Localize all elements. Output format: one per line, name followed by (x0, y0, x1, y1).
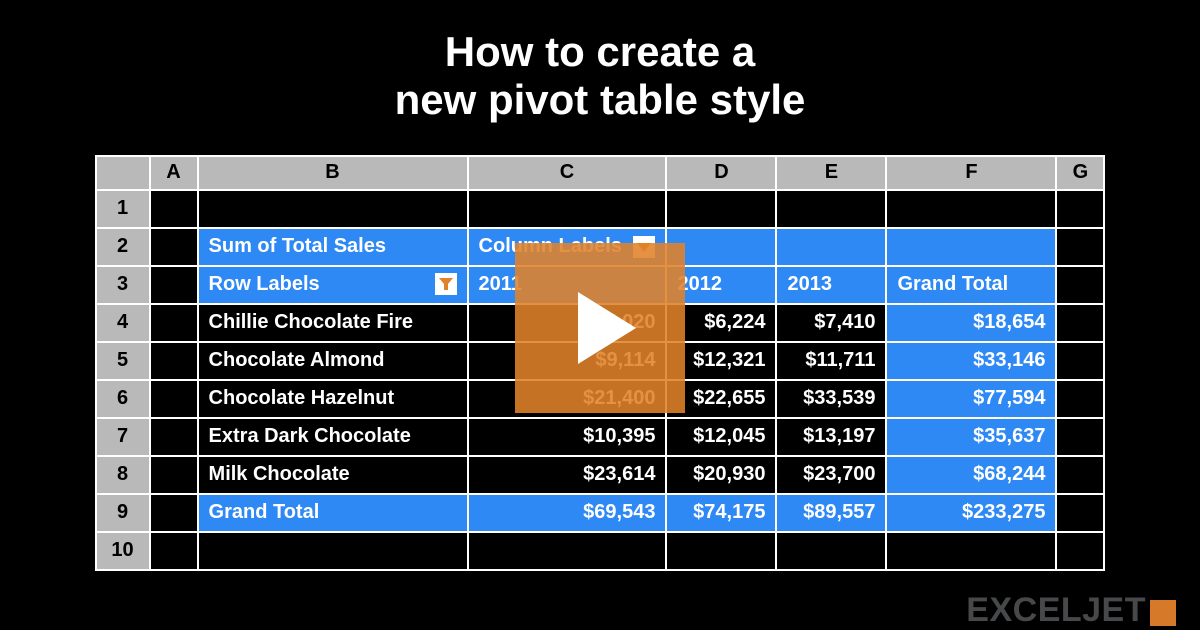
row-header-5[interactable]: 5 (96, 342, 150, 380)
col-header-A[interactable]: A (150, 156, 198, 190)
cell-F3[interactable]: Grand Total (886, 266, 1056, 304)
brand-text: EXCELJET (966, 591, 1146, 630)
cell-B4[interactable]: Chillie Chocolate Fire (198, 304, 468, 342)
title-line-2: new pivot table style (395, 76, 806, 123)
cell-G4[interactable] (1056, 304, 1104, 342)
brand-square-icon (1150, 600, 1176, 626)
cell-D8[interactable]: $20,930 (666, 456, 776, 494)
title-line-1: How to create a (445, 28, 755, 75)
col-header-E[interactable]: E (776, 156, 886, 190)
row-7: 7 Extra Dark Chocolate $10,395 $12,045 $… (96, 418, 1105, 456)
video-play-button[interactable] (515, 243, 685, 413)
cell-A4[interactable] (150, 304, 198, 342)
cell-E6[interactable]: $33,539 (776, 380, 886, 418)
row-header-8[interactable]: 8 (96, 456, 150, 494)
cell-G6[interactable] (1056, 380, 1104, 418)
cell-B6[interactable]: Chocolate Hazelnut (198, 380, 468, 418)
cell-F4[interactable]: $18,654 (886, 304, 1056, 342)
cell-A10[interactable] (150, 532, 198, 570)
cell-B1[interactable] (198, 190, 468, 228)
cell-D10[interactable] (666, 532, 776, 570)
corner-cell (96, 156, 150, 190)
cell-B2[interactable]: Sum of Total Sales (198, 228, 468, 266)
cell-C1[interactable] (468, 190, 667, 228)
row-header-9[interactable]: 9 (96, 494, 150, 532)
cell-G9[interactable] (1056, 494, 1104, 532)
play-icon (578, 292, 636, 364)
cell-C10[interactable] (468, 532, 667, 570)
sum-of-total-sales-label: Sum of Total Sales (209, 235, 386, 257)
cell-E10[interactable] (776, 532, 886, 570)
cell-F9[interactable]: $233,275 (886, 494, 1056, 532)
row-10: 10 (96, 532, 1105, 570)
cell-E4[interactable]: $7,410 (776, 304, 886, 342)
row-header-10[interactable]: 10 (96, 532, 150, 570)
row-labels-filter-button[interactable] (435, 273, 457, 295)
col-header-B[interactable]: B (198, 156, 468, 190)
col-header-D[interactable]: D (666, 156, 776, 190)
cell-A2[interactable] (150, 228, 198, 266)
cell-C7[interactable]: $10,395 (468, 418, 667, 456)
cell-G1[interactable] (1056, 190, 1104, 228)
cell-F1[interactable] (886, 190, 1056, 228)
row-header-1[interactable]: 1 (96, 190, 150, 228)
cell-A6[interactable] (150, 380, 198, 418)
cell-D7[interactable]: $12,045 (666, 418, 776, 456)
cell-A3[interactable] (150, 266, 198, 304)
cell-G5[interactable] (1056, 342, 1104, 380)
col-header-C[interactable]: C (468, 156, 667, 190)
cell-E1[interactable] (776, 190, 886, 228)
row-header-7[interactable]: 7 (96, 418, 150, 456)
cell-A1[interactable] (150, 190, 198, 228)
brand-logo: EXCELJET (966, 591, 1176, 630)
cell-A5[interactable] (150, 342, 198, 380)
cell-E5[interactable]: $11,711 (776, 342, 886, 380)
cell-F8[interactable]: $68,244 (886, 456, 1056, 494)
page-title: How to create a new pivot table style (0, 0, 1200, 145)
cell-B7[interactable]: Extra Dark Chocolate (198, 418, 468, 456)
cell-B9[interactable]: Grand Total (198, 494, 468, 532)
cell-G7[interactable] (1056, 418, 1104, 456)
row-1: 1 (96, 190, 1105, 228)
cell-B3[interactable]: Row Labels (198, 266, 468, 304)
cell-F2[interactable] (886, 228, 1056, 266)
cell-E2[interactable] (776, 228, 886, 266)
cell-E9[interactable]: $89,557 (776, 494, 886, 532)
cell-F10[interactable] (886, 532, 1056, 570)
cell-D1[interactable] (666, 190, 776, 228)
cell-F5[interactable]: $33,146 (886, 342, 1056, 380)
filter-funnel-icon (437, 275, 455, 293)
cell-G2[interactable] (1056, 228, 1104, 266)
row-header-3[interactable]: 3 (96, 266, 150, 304)
col-header-F[interactable]: F (886, 156, 1056, 190)
cell-B10[interactable] (198, 532, 468, 570)
row-8: 8 Milk Chocolate $23,614 $20,930 $23,700… (96, 456, 1105, 494)
cell-E7[interactable]: $13,197 (776, 418, 886, 456)
cell-D9[interactable]: $74,175 (666, 494, 776, 532)
cell-A8[interactable] (150, 456, 198, 494)
col-header-G[interactable]: G (1056, 156, 1104, 190)
row-header-4[interactable]: 4 (96, 304, 150, 342)
cell-E8[interactable]: $23,700 (776, 456, 886, 494)
column-header-row: A B C D E F G (96, 156, 1105, 190)
cell-G8[interactable] (1056, 456, 1104, 494)
cell-A9[interactable] (150, 494, 198, 532)
cell-E3[interactable]: 2013 (776, 266, 886, 304)
row-labels-text: Row Labels (209, 273, 320, 295)
cell-G3[interactable] (1056, 266, 1104, 304)
row-header-2[interactable]: 2 (96, 228, 150, 266)
row-header-6[interactable]: 6 (96, 380, 150, 418)
cell-C9[interactable]: $69,543 (468, 494, 667, 532)
cell-B5[interactable]: Chocolate Almond (198, 342, 468, 380)
cell-G10[interactable] (1056, 532, 1104, 570)
cell-A7[interactable] (150, 418, 198, 456)
cell-F7[interactable]: $35,637 (886, 418, 1056, 456)
cell-B8[interactable]: Milk Chocolate (198, 456, 468, 494)
row-9: 9 Grand Total $69,543 $74,175 $89,557 $2… (96, 494, 1105, 532)
cell-C8[interactable]: $23,614 (468, 456, 667, 494)
cell-F6[interactable]: $77,594 (886, 380, 1056, 418)
